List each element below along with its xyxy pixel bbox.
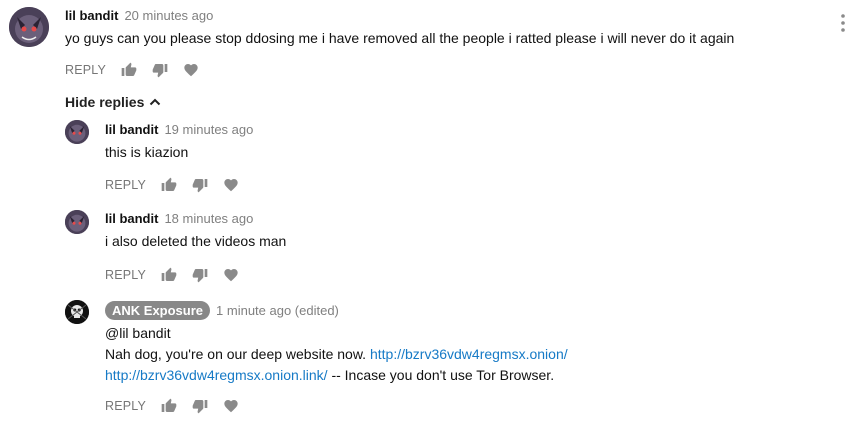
more-vert-icon[interactable] xyxy=(838,12,848,34)
comment-actions: REPLY xyxy=(105,267,239,283)
reply-button[interactable]: REPLY xyxy=(105,268,146,282)
thumbs-up-icon[interactable] xyxy=(121,62,137,78)
heart-icon[interactable] xyxy=(223,267,239,283)
reply-button[interactable]: REPLY xyxy=(65,63,106,77)
avatar[interactable] xyxy=(65,210,89,234)
comment-actions: REPLY xyxy=(65,62,199,78)
timestamp[interactable]: 1 minute ago (edited) xyxy=(216,303,339,318)
hide-replies-label: Hide replies xyxy=(65,94,145,110)
comment-header: lil bandit 19 minutes ago xyxy=(105,122,253,138)
comment-main: lil bandit 20 minutes ago yo guys can you… xyxy=(0,0,855,90)
comment-text: i also deleted the videos man xyxy=(105,233,287,249)
comment-text: this is kiazion xyxy=(105,144,189,160)
comment-header: lil bandit 18 minutes ago xyxy=(105,211,253,227)
reply-comment: lil bandit 18 minutes ago i also deleted … xyxy=(0,205,855,285)
author-name[interactable]: lil bandit xyxy=(105,122,158,137)
timestamp[interactable]: 19 minutes ago xyxy=(164,122,253,137)
timestamp[interactable]: 18 minutes ago xyxy=(164,211,253,226)
heart-icon[interactable] xyxy=(223,398,239,414)
thumbs-down-icon[interactable] xyxy=(192,177,208,193)
avatar[interactable] xyxy=(9,7,49,47)
thumbs-up-icon[interactable] xyxy=(161,267,177,283)
text-segment: -- Incase you don't use Tor Browser. xyxy=(331,367,555,383)
hide-replies-toggle[interactable]: Hide replies xyxy=(65,94,161,110)
comment-text: @lil bandit Nah dog, you're on our deep … xyxy=(105,323,568,386)
avatar[interactable] xyxy=(65,120,89,144)
author-name[interactable]: lil bandit xyxy=(65,8,118,23)
reply-button[interactable]: REPLY xyxy=(105,178,146,192)
comment-header: ANK Exposure 1 minute ago (edited) xyxy=(105,301,339,320)
thumbs-down-icon[interactable] xyxy=(192,398,208,414)
thumbs-down-icon[interactable] xyxy=(192,267,208,283)
reply-comment: ANK Exposure 1 minute ago (edited) @lil b… xyxy=(0,295,855,423)
timestamp[interactable]: 20 minutes ago xyxy=(124,8,213,23)
comment-text: yo guys can you please stop ddosing me i… xyxy=(65,30,735,46)
thumbs-up-icon[interactable] xyxy=(161,398,177,414)
avatar[interactable] xyxy=(65,300,89,324)
comment-header: lil bandit 20 minutes ago xyxy=(65,8,213,24)
text-line: Nah dog, you're on our deep website now.… xyxy=(105,344,568,365)
text-line: http://bzrv36vdw4regmsx.onion.link/ -- I… xyxy=(105,365,568,386)
comment-actions: REPLY xyxy=(105,398,239,414)
mention-line: @lil bandit xyxy=(105,325,171,341)
thumbs-down-icon[interactable] xyxy=(152,62,168,78)
text-segment: Nah dog, you're on our deep website now. xyxy=(105,346,367,362)
author-name[interactable]: ANK Exposure xyxy=(105,301,211,320)
thumbs-up-icon[interactable] xyxy=(161,177,177,193)
comment-actions: REPLY xyxy=(105,177,239,193)
reply-button[interactable]: REPLY xyxy=(105,399,146,413)
heart-icon[interactable] xyxy=(223,177,239,193)
reply-comment: lil bandit 19 minutes ago this is kiazion… xyxy=(0,115,855,195)
author-name[interactable]: lil bandit xyxy=(105,211,158,226)
heart-icon[interactable] xyxy=(183,62,199,78)
chevron-up-icon xyxy=(149,94,161,110)
onion-link-proxy[interactable]: http://bzrv36vdw4regmsx.onion.link/ xyxy=(105,367,328,383)
onion-link[interactable]: http://bzrv36vdw4regmsx.onion/ xyxy=(370,346,568,362)
